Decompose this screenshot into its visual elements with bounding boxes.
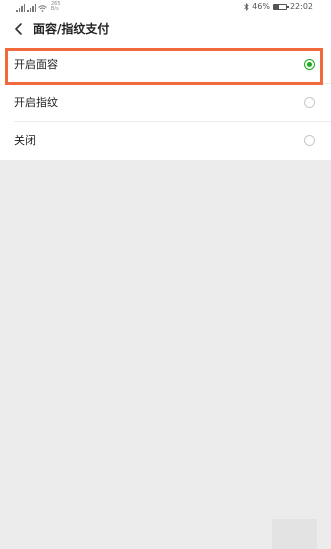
- status-bar-right: 46% 22:02: [244, 1, 313, 12]
- navigation-bar: 面容/指纹支付: [0, 13, 331, 46]
- back-arrow-icon[interactable]: [12, 22, 26, 36]
- battery-percentage: 46%: [252, 2, 270, 11]
- radio-unselected-icon[interactable]: [304, 135, 315, 146]
- option-enable-face[interactable]: 开启面容: [0, 46, 331, 84]
- option-enable-fingerprint[interactable]: 开启指纹: [0, 84, 331, 122]
- corner-overlay: [272, 519, 317, 549]
- option-label: 开启面容: [14, 58, 58, 71]
- page-title: 面容/指纹支付: [33, 22, 110, 36]
- signal-icon: [16, 4, 25, 12]
- signal-icon: [27, 4, 36, 12]
- bluetooth-icon: [244, 2, 249, 11]
- network-rate-unit: B/s: [51, 6, 59, 12]
- radio-unselected-icon[interactable]: [304, 97, 315, 108]
- radio-selected-icon[interactable]: [304, 59, 315, 70]
- status-bar-left: 265 B/s: [16, 1, 61, 12]
- option-label: 关闭: [14, 134, 36, 147]
- status-bar: 265 B/s 46% 22:02: [0, 0, 331, 13]
- option-disable[interactable]: 关闭: [0, 122, 331, 160]
- network-rate: 265 B/s: [51, 2, 61, 12]
- clock: 22:02: [289, 2, 313, 11]
- option-label: 开启指纹: [14, 96, 58, 109]
- battery-icon: [272, 3, 289, 10]
- wifi-icon: [38, 5, 47, 12]
- option-list: 开启面容 开启指纹 关闭: [0, 46, 331, 160]
